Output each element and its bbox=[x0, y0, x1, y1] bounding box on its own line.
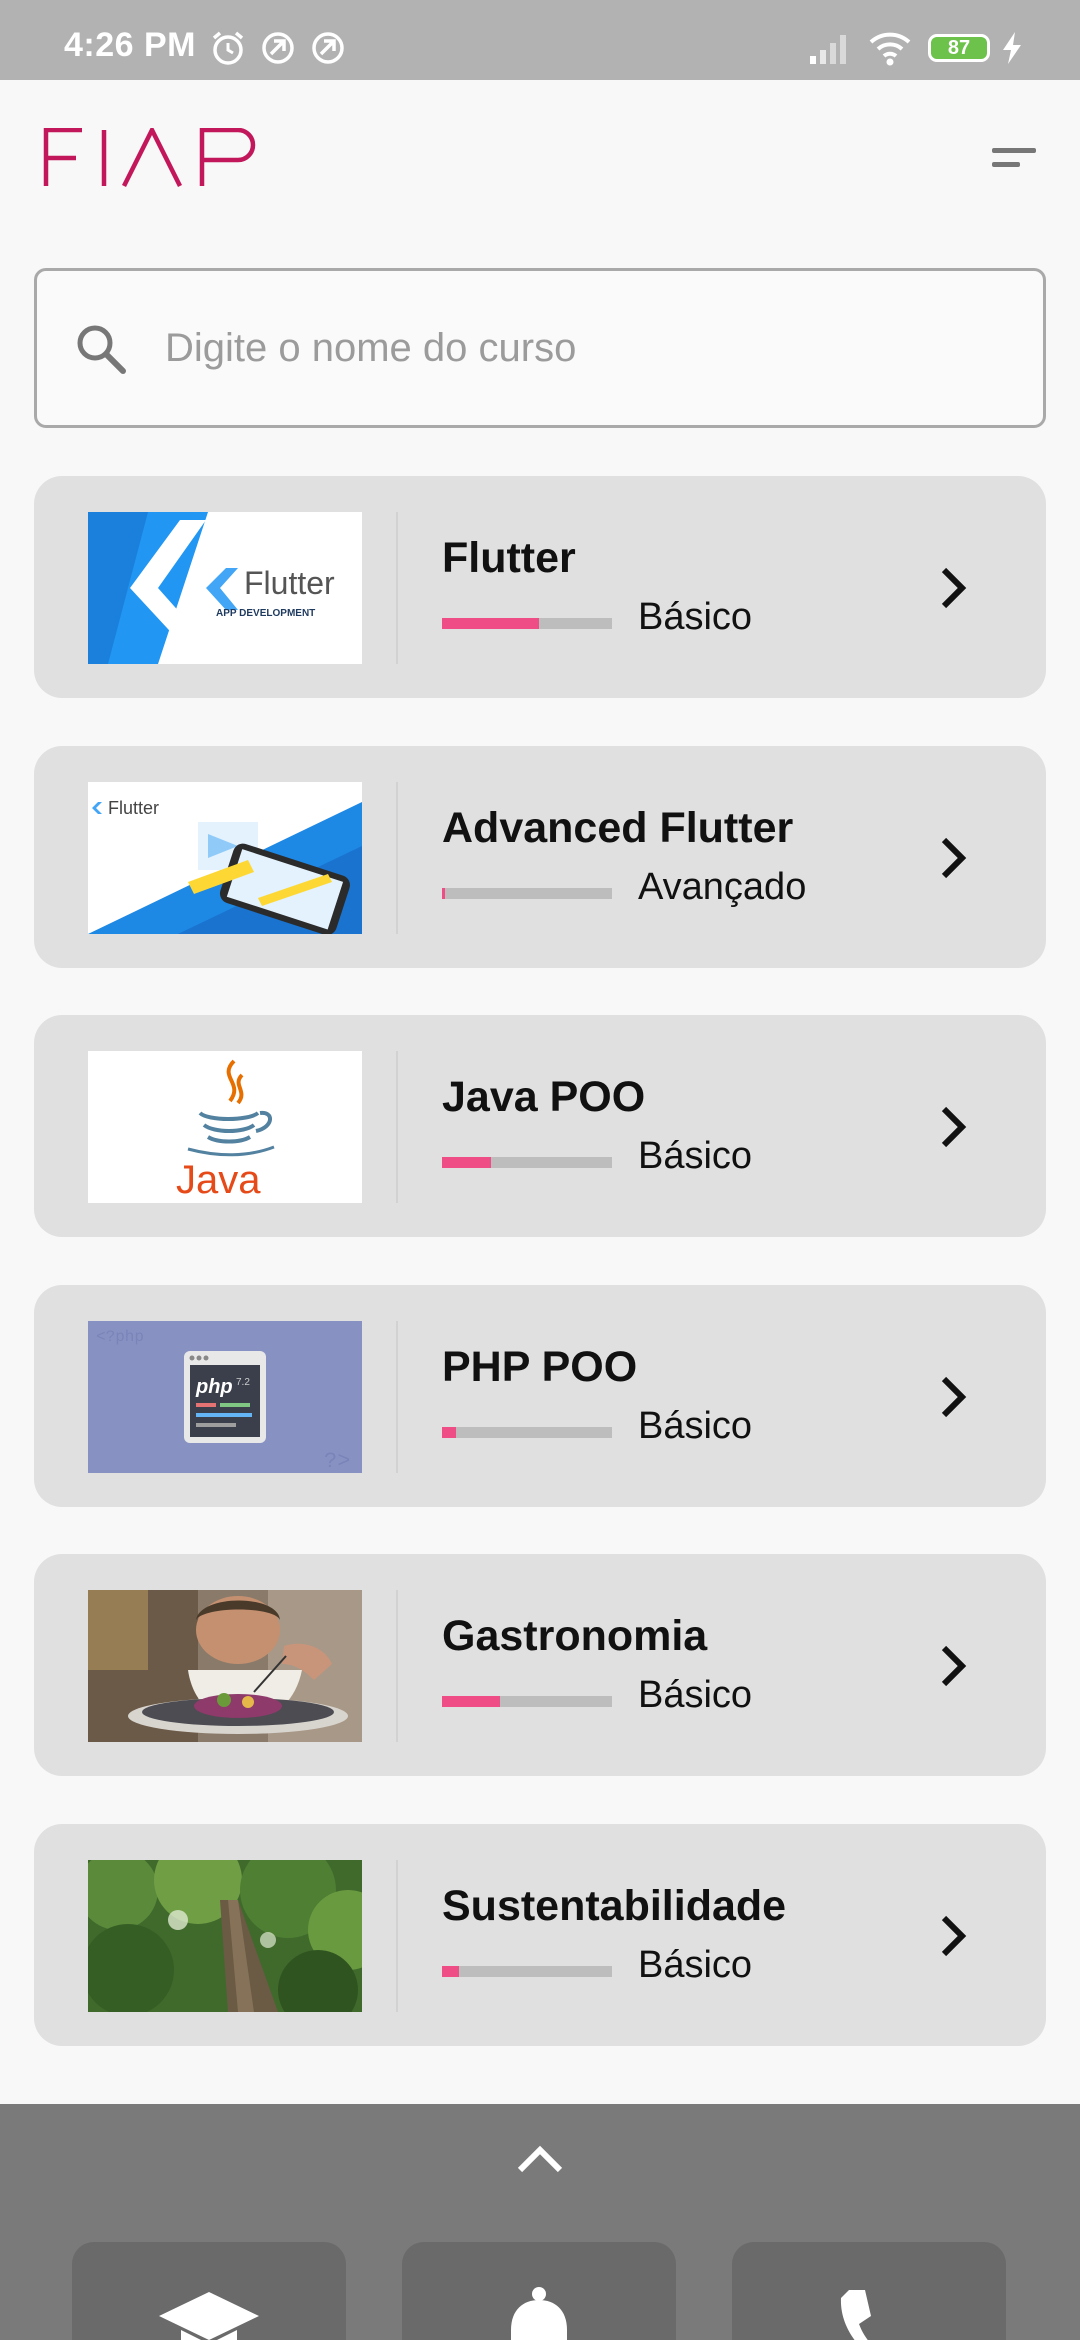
card-divider bbox=[396, 1051, 398, 1203]
phone-icon bbox=[840, 2290, 871, 2340]
course-level: Básico bbox=[638, 596, 753, 638]
progress-fill bbox=[442, 1427, 456, 1438]
svg-text:Flutter: Flutter bbox=[108, 798, 159, 818]
progress-fill bbox=[442, 1966, 459, 1977]
progress-bar bbox=[442, 1157, 612, 1168]
bell-icon bbox=[511, 2287, 567, 2340]
chevron-right-icon[interactable] bbox=[934, 1642, 974, 1690]
progress-bar bbox=[442, 1696, 612, 1707]
svg-text:APP DEVELOPMENT: APP DEVELOPMENT bbox=[216, 608, 315, 619]
course-title: PHP POO bbox=[442, 1343, 638, 1391]
progress-bar bbox=[442, 1427, 612, 1438]
chevron-right-icon[interactable] bbox=[934, 834, 974, 882]
svg-text:Flutter: Flutter bbox=[244, 565, 335, 601]
fiap-logo bbox=[43, 128, 256, 188]
search-bar[interactable] bbox=[34, 268, 1046, 428]
search-input[interactable] bbox=[165, 311, 985, 385]
svg-text:?>: ?> bbox=[324, 1449, 350, 1473]
sync-icon bbox=[312, 32, 344, 64]
progress-fill bbox=[442, 618, 539, 629]
status-time: 4:26 PM bbox=[64, 26, 196, 64]
course-title: Sustentabilidade bbox=[442, 1882, 787, 1930]
wifi-icon bbox=[869, 32, 911, 66]
bottom-panel bbox=[0, 2104, 1080, 2340]
progress-bar bbox=[442, 618, 612, 629]
card-divider bbox=[396, 1590, 398, 1742]
chevron-right-icon[interactable] bbox=[934, 1373, 974, 1421]
svg-text:php: php bbox=[195, 1376, 233, 1398]
course-image: <?php ?> php 7.2 bbox=[88, 1321, 362, 1473]
progress-bar bbox=[442, 888, 612, 899]
card-divider bbox=[396, 1860, 398, 2012]
svg-text:Java: Java bbox=[176, 1158, 261, 1202]
course-level: Avançado bbox=[638, 866, 807, 908]
course-image bbox=[88, 1860, 362, 2012]
chevron-up-icon[interactable] bbox=[516, 2142, 564, 2176]
nav-notifications-button[interactable] bbox=[402, 2242, 676, 2340]
progress-fill bbox=[442, 1696, 500, 1707]
course-level: Básico bbox=[638, 1405, 753, 1447]
course-level: Básico bbox=[638, 1674, 753, 1716]
course-level: Básico bbox=[638, 1944, 753, 1986]
course-card-advanced-flutter[interactable]: Flutter Advanced Flutter Avançado bbox=[34, 746, 1046, 968]
menu-button[interactable] bbox=[980, 140, 1040, 180]
card-divider bbox=[396, 512, 398, 664]
course-image: Flutter bbox=[88, 782, 362, 934]
battery-icon: 87 bbox=[928, 34, 990, 62]
sync-icon bbox=[262, 32, 294, 64]
course-image: Java bbox=[88, 1051, 362, 1203]
progress-bar bbox=[442, 1966, 612, 1977]
course-card-php-poo[interactable]: <?php ?> php 7.2 PHP POO Básico bbox=[34, 1285, 1046, 1507]
card-divider bbox=[396, 782, 398, 934]
svg-text:7.2: 7.2 bbox=[236, 1377, 250, 1388]
course-image bbox=[88, 1590, 362, 1742]
signal-icon bbox=[810, 35, 846, 64]
svg-text:<?php: <?php bbox=[96, 1328, 144, 1346]
chevron-right-icon[interactable] bbox=[934, 1912, 974, 1960]
course-title: Java POO bbox=[442, 1073, 646, 1121]
course-title: Gastronomia bbox=[442, 1612, 708, 1660]
course-card-sustentabilidade[interactable]: Sustentabilidade Básico bbox=[34, 1824, 1046, 2046]
course-level: Básico bbox=[638, 1135, 753, 1177]
course-card-flutter[interactable]: Flutter APP DEVELOPMENT Flutter Básico bbox=[34, 476, 1046, 698]
course-title: Advanced Flutter bbox=[442, 804, 794, 852]
status-bar: 4:26 PM 87 bbox=[0, 0, 1080, 80]
chevron-right-icon[interactable] bbox=[934, 564, 974, 612]
nav-courses-button[interactable] bbox=[72, 2242, 346, 2340]
card-divider bbox=[396, 1321, 398, 1473]
chevron-right-icon[interactable] bbox=[934, 1103, 974, 1151]
charging-icon bbox=[1003, 32, 1021, 64]
course-card-java-poo[interactable]: Java Java POO Básico bbox=[34, 1015, 1046, 1237]
course-image: Flutter APP DEVELOPMENT bbox=[88, 512, 362, 664]
progress-fill bbox=[442, 888, 446, 899]
course-title: Flutter bbox=[442, 534, 576, 582]
alarm-icon bbox=[212, 31, 244, 65]
progress-fill bbox=[442, 1157, 492, 1168]
graduation-cap-icon bbox=[159, 2292, 259, 2340]
nav-contact-button[interactable] bbox=[732, 2242, 1006, 2340]
search-icon bbox=[77, 325, 126, 374]
course-card-gastronomia[interactable]: Gastronomia Básico bbox=[34, 1554, 1046, 1776]
